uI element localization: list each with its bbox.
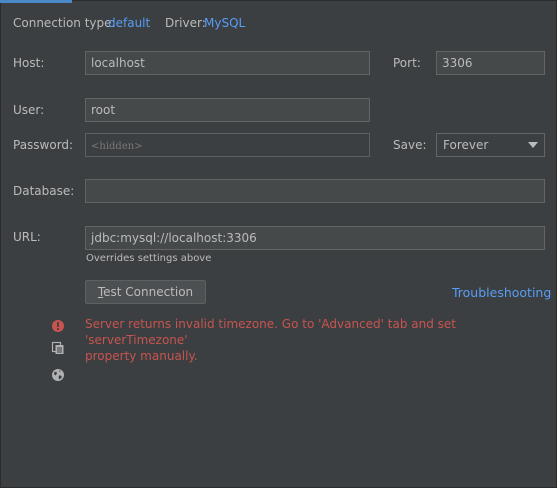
user-label: User:: [13, 103, 45, 117]
password-input[interactable]: <hidden>: [85, 133, 370, 157]
host-label: Host:: [13, 56, 45, 70]
connection-type-link[interactable]: default: [108, 16, 150, 30]
user-input[interactable]: root: [85, 98, 370, 122]
save-dropdown-value: Forever: [443, 138, 489, 152]
error-icon: [52, 320, 64, 332]
troubleshooting-link[interactable]: Troubleshooting: [452, 285, 551, 300]
connection-type-label: Connection type:: [13, 16, 116, 30]
test-connection-button[interactable]: Test Connection: [85, 280, 206, 304]
chevron-down-icon: [528, 142, 538, 148]
globe-icon[interactable]: [51, 368, 65, 382]
database-label: Database:: [13, 184, 75, 198]
test-connection-label: est Connection: [103, 285, 194, 299]
save-dropdown[interactable]: Forever: [436, 133, 545, 157]
error-line-2: property manually.: [85, 349, 198, 363]
error-line-1: Server returns invalid timezone. Go to '…: [85, 317, 457, 347]
driver-label: Driver:: [165, 16, 206, 30]
save-label: Save:: [393, 138, 427, 152]
tab-indicator: [0, 0, 72, 3]
copy-icon[interactable]: [51, 341, 65, 355]
url-hint: Overrides settings above: [86, 253, 212, 264]
database-input[interactable]: [85, 179, 545, 203]
url-label: URL:: [13, 230, 41, 244]
url-input[interactable]: jdbc:mysql://localhost:3306: [85, 226, 545, 250]
port-input[interactable]: 3306: [436, 51, 545, 75]
password-label: Password:: [13, 138, 74, 152]
password-placeholder: <hidden>: [91, 141, 143, 152]
driver-link[interactable]: MySQL: [204, 16, 245, 30]
error-message: Server returns invalid timezone. Go to '…: [85, 316, 525, 364]
host-input[interactable]: localhost: [85, 51, 370, 75]
port-label: Port:: [393, 56, 421, 70]
